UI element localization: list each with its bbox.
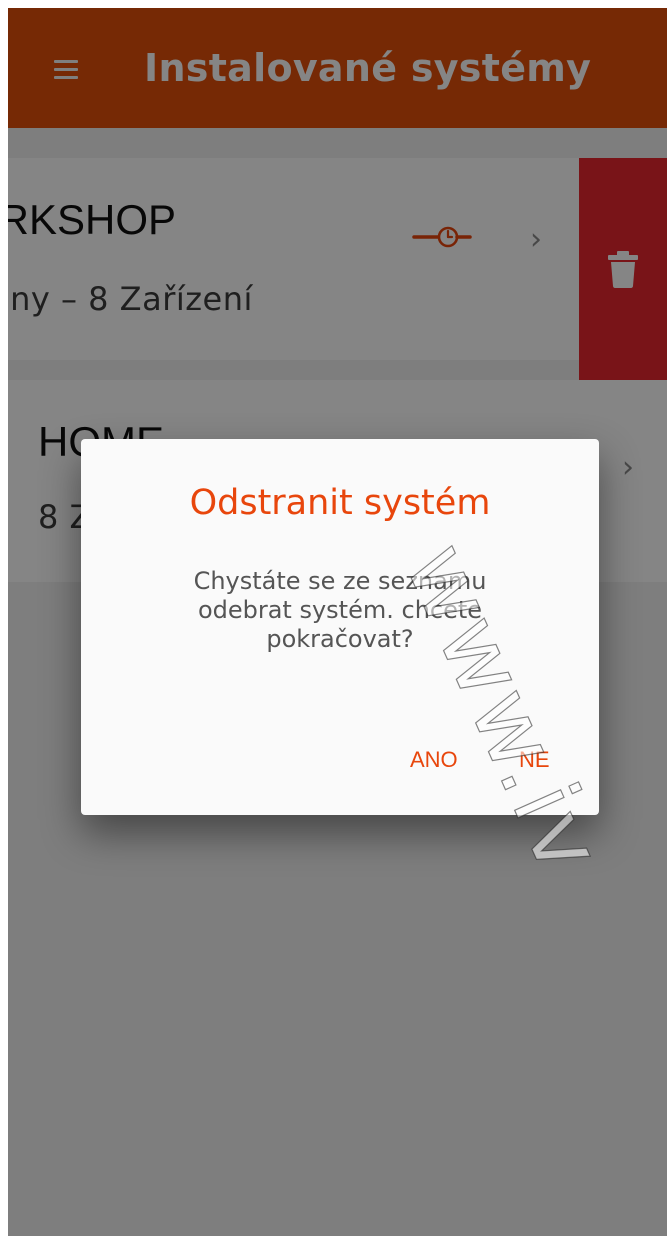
dialog-title: Odstranit systém [189, 483, 491, 523]
confirm-button[interactable]: ANO [410, 747, 458, 773]
screen: Instalované systémy ORKSHOP óny – 8 Zaří… [8, 8, 667, 1236]
